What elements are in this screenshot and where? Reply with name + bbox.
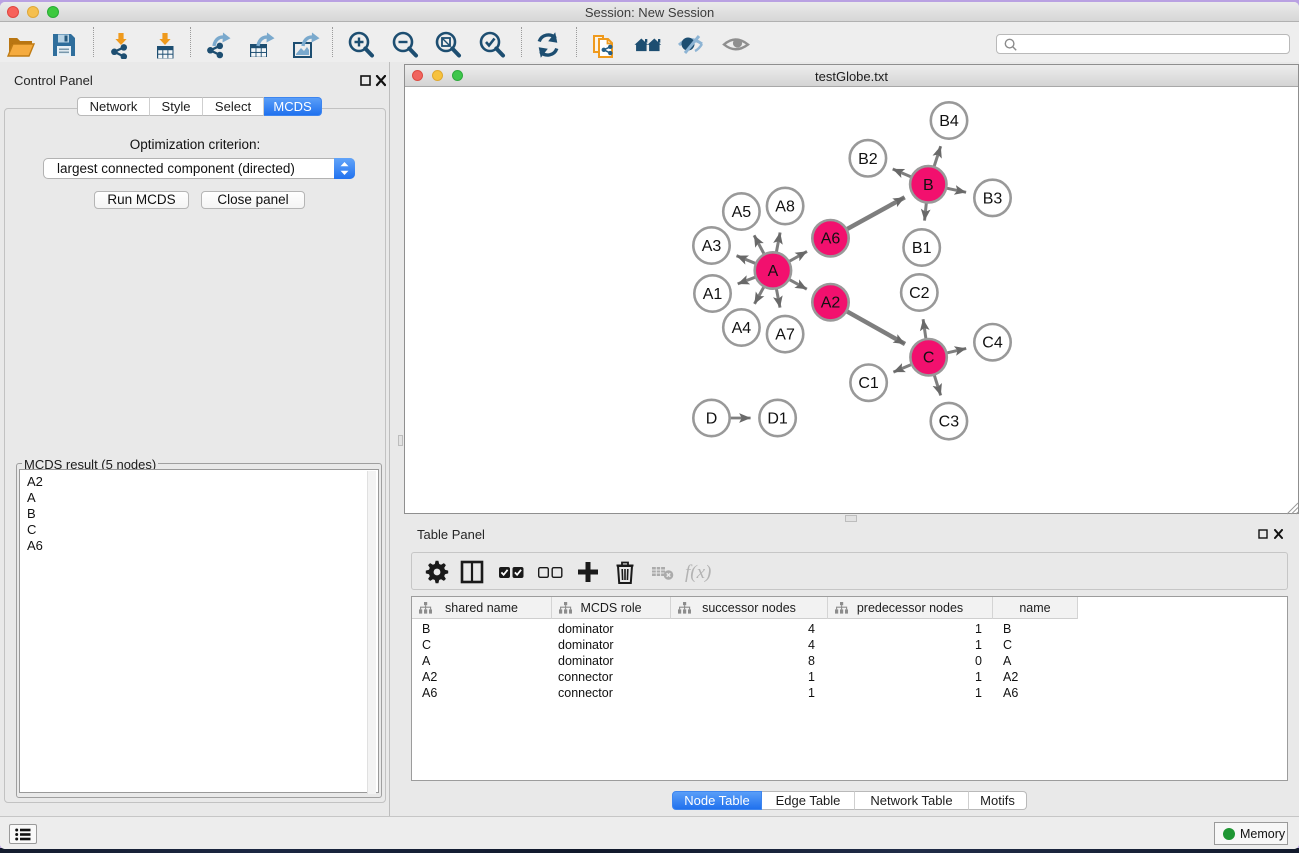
svg-text:A1: A1 <box>703 286 723 303</box>
svg-text:f(x): f(x) <box>685 562 711 583</box>
svg-text:C4: C4 <box>982 335 1003 352</box>
svg-text:A6: A6 <box>821 231 841 248</box>
svg-text:D1: D1 <box>767 411 788 428</box>
svg-text:A2: A2 <box>821 295 841 312</box>
svg-text:B1: B1 <box>912 240 932 257</box>
svg-text:C3: C3 <box>939 414 960 431</box>
svg-text:C2: C2 <box>909 285 930 302</box>
svg-text:C1: C1 <box>858 375 879 392</box>
svg-text:D: D <box>706 411 718 428</box>
svg-text:B2: B2 <box>858 151 878 168</box>
svg-text:B4: B4 <box>939 113 959 130</box>
svg-text:B: B <box>923 177 934 194</box>
svg-text:A5: A5 <box>732 204 752 221</box>
svg-text:B3: B3 <box>983 190 1003 207</box>
svg-text:A: A <box>768 263 779 280</box>
svg-text:A8: A8 <box>775 199 795 216</box>
svg-text:A7: A7 <box>775 327 795 344</box>
svg-text:C: C <box>923 350 935 367</box>
svg-text:A4: A4 <box>732 320 752 337</box>
svg-text:A3: A3 <box>702 238 722 255</box>
